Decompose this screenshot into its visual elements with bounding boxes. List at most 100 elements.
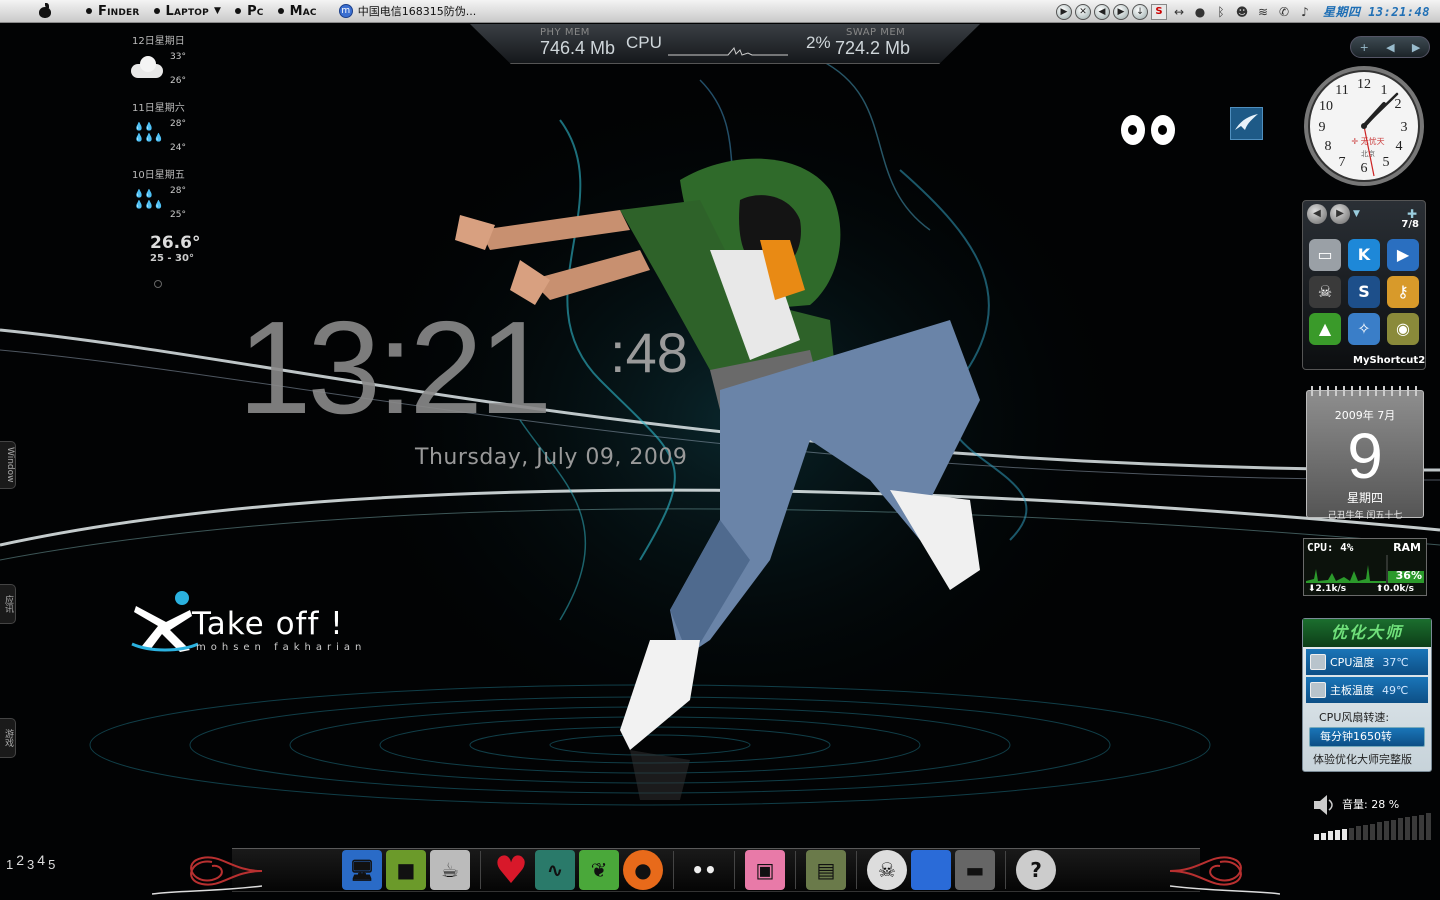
forecast-date: 10日星期五 [132,170,185,181]
chevron-right-icon[interactable]: ▶ [1412,41,1420,54]
news-sidetab[interactable]: 应讯 [0,584,16,624]
forward-icon[interactable]: ▶ [1330,204,1350,224]
board-temperature-row: 主板温度 49℃ [1306,677,1428,703]
apple-menu-icon[interactable] [38,3,52,19]
sogou-icon[interactable]: S [1150,3,1167,20]
bird-app-icon[interactable] [1230,107,1263,140]
clock-seconds: :48 [610,321,688,384]
add-icon[interactable]: + [1360,41,1369,54]
download-rate: ⬇2.1k/s [1308,584,1347,594]
play-icon[interactable]: ▶ [1055,3,1072,20]
next-icon[interactable]: ▶ [1112,3,1129,20]
games-sidetab[interactable]: 游戏 [0,718,16,758]
prev-icon[interactable]: ◀ [1093,3,1110,20]
minecraft-icon[interactable]: ■ [386,850,426,890]
menu-laptop[interactable]: Laptop ▼ [153,4,222,19]
cpu-ram-monitor[interactable]: CPU: 4% RAM 36% ⬇2.1k/s ⬆0.0k/s [1303,538,1427,596]
workspace-2[interactable]: 2 [16,852,24,868]
volume-level-bars[interactable] [1314,812,1431,840]
chevron-down-icon[interactable]: ▼ [214,6,221,16]
usb-drive-icon[interactable]: ▬ [955,850,995,890]
workspace-4[interactable]: 4 [37,852,45,868]
photo-pink-icon[interactable]: ▣ [745,850,785,890]
stop-icon[interactable]: ✕ [1074,3,1091,20]
menu-bar: Finder Laptop ▼ Pc Mac m 中国电信168315防伪...… [0,0,1440,23]
swap-mem-label: SWAP MEM [846,27,906,38]
workspace-switcher: 12345 [6,852,55,872]
clock-date: Thursday, July 09, 2009 [415,445,688,470]
photo-crowd-icon[interactable]: ▤ [806,850,846,890]
qq-icon[interactable]: ● [1191,5,1209,19]
kmplayer-icon[interactable]: ▶ [1387,239,1419,271]
chevron-left-icon[interactable]: ◀ [1386,41,1394,54]
activity-monitor-icon[interactable]: ∿ [535,850,575,890]
volume-bar [1342,828,1347,840]
forecast-low: 25° [170,210,186,220]
drive-icon[interactable]: ▭ [1309,239,1341,271]
workspace-3[interactable]: 3 [27,857,34,872]
menu-pc-label: Pc [247,3,264,19]
speaker-icon[interactable]: ♪ [1296,5,1314,19]
key-icon[interactable]: ⚷ [1387,276,1419,308]
bluetooth-icon[interactable]: ᛒ [1212,5,1230,19]
safari-icon[interactable]: ✧ [1348,313,1380,345]
messenger-icon[interactable]: ☻ [1233,5,1251,19]
forecast-day: 10日星期五 28° 25° [126,166,216,221]
kugou-icon[interactable]: K [1348,239,1380,271]
chevron-down-icon[interactable]: ▼ [1353,209,1360,219]
chart-icon[interactable]: ▲ [1309,313,1341,345]
taskbar-window-tab[interactable]: m 中国电信168315防伪... [338,3,476,19]
phone-icon[interactable]: ✆ [1275,5,1293,19]
fan-speed-value: 每分钟1650转 [1309,727,1425,747]
firefox-icon[interactable]: ● [623,850,663,890]
window-sidetab[interactable]: Window [0,441,16,489]
skull-icon[interactable]: ☠ [867,850,907,890]
weather-widget[interactable]: 12日星期日 33° 26° 11日星期六 28° 24° 10日星期五 28°… [126,32,216,288]
leaf-icon[interactable]: ❦ [579,850,619,890]
forecast-high: 28° [170,119,186,129]
workspace-1[interactable]: 1 [6,857,13,872]
volume-bar [1363,824,1368,840]
refresh-spinner-icon [154,280,162,288]
calendar-day: 9 [1347,420,1383,492]
menu-finder[interactable]: Finder [86,4,140,19]
svg-text:11: 11 [1335,83,1348,98]
help-icon[interactable]: ? [1016,850,1056,890]
teacup-icon[interactable]: ☕ [430,850,470,890]
shortcut-page-indicator: 7/8 [1401,219,1419,230]
cd-icon[interactable]: ◉ [1387,313,1419,345]
monitor-icon[interactable]: 🖥 [342,850,382,890]
browser-icon: m [338,4,353,18]
volume-bar [1391,819,1396,840]
menu-mac[interactable]: Mac [277,4,317,19]
network-arrows-icon[interactable]: ↔ [1170,5,1188,19]
workspace-5[interactable]: 5 [48,857,55,872]
eyes-icon[interactable]: •• [684,850,724,890]
calendar-widget[interactable]: 2009年 7月 9 星期四 己丑牛年 闰五十七 [1306,386,1424,521]
calendar-rings [1311,386,1421,396]
menubar-clock[interactable]: 星期四 13:21:48 [1323,3,1430,20]
download-icon[interactable]: ↓ [1131,3,1148,20]
heart-icon[interactable]: ♥ [491,850,531,890]
volume-bar [1377,822,1382,840]
optimizer-upgrade-link[interactable]: 体验优化大师完整版 [1313,751,1431,767]
cpu-graph [668,47,788,56]
forecast-low: 24° [170,143,186,153]
shortcut-panel: ◀ ▶ ▼ ✚ 7/8 ▭ K ▶ ☠ S ⚷ ▲ ✧ ◉ MyShortcut2 [1302,200,1426,370]
motherboard-icon [1310,682,1326,698]
swirl-icon[interactable]: S [1348,276,1380,308]
wifi-icon[interactable]: ≋ [1254,5,1272,19]
widget-nav-bar: + ◀ ▶ [1350,36,1430,58]
clock-seconds-value: 48 [625,321,688,384]
logo-author: mohsen fakharian [196,642,367,653]
menu-pc[interactable]: Pc [235,4,264,19]
svg-text:10: 10 [1319,99,1333,114]
apple-icon[interactable] [911,850,951,890]
back-icon[interactable]: ◀ [1307,204,1327,224]
volume-widget[interactable]: 音量: 28 % [1312,788,1431,843]
volume-bar [1426,813,1431,840]
xeyes-widget[interactable] [1121,115,1175,145]
volume-bar [1349,827,1354,840]
alien-icon[interactable]: ☠ [1309,276,1341,308]
volume-bar [1335,830,1340,840]
